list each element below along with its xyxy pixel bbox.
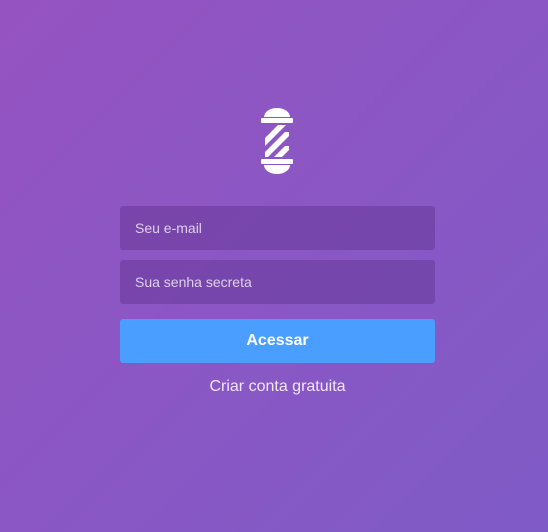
email-input[interactable] bbox=[120, 206, 435, 250]
login-button[interactable]: Acessar bbox=[120, 319, 435, 363]
login-form: Acessar Criar conta gratuita bbox=[120, 206, 435, 396]
barber-pole-icon bbox=[261, 108, 293, 174]
create-account-link[interactable]: Criar conta gratuita bbox=[120, 378, 435, 396]
password-input[interactable] bbox=[120, 260, 435, 304]
